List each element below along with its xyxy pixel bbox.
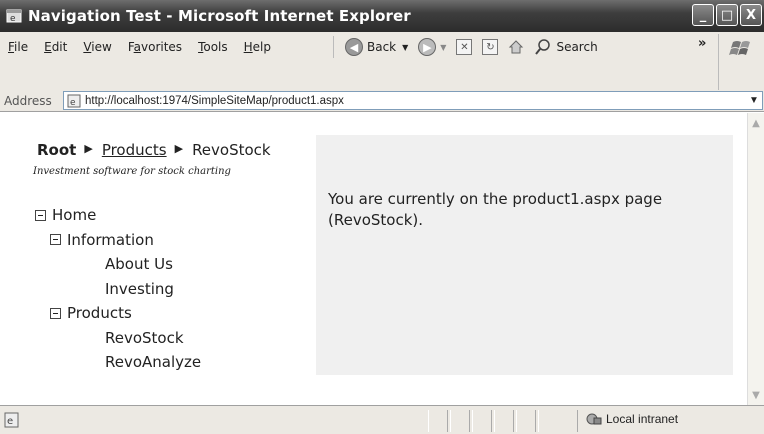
tree-label[interactable]: RevoAnalyze [105,350,201,375]
breadcrumb-root: Root [37,141,77,159]
site-tree: Home Information About Us Investing Prod… [35,203,201,375]
svg-text:e: e [70,98,76,108]
security-zone[interactable]: Local intranet [584,412,678,426]
status-bar: e Local intranet [0,405,764,434]
menu-view[interactable]: View [75,40,119,54]
status-cell [538,410,578,432]
menu-file[interactable]: File [0,40,36,54]
local-intranet-icon [586,413,602,425]
tree-item-home[interactable]: Home [35,203,201,228]
svg-text:e: e [7,416,13,427]
stop-icon: ✕ [456,39,473,55]
security-zone-label: Local intranet [606,412,679,426]
collapse-icon[interactable] [50,307,61,319]
site-tagline: Investment software for stock charting [33,166,231,177]
tree-item-revoanalyze[interactable]: RevoAnalyze [35,350,201,375]
address-input[interactable]: e http://localhost:1974/SimpleSiteMap/pr… [63,91,763,110]
command-bar: File Edit View Favorites Tools Help ◀ Ba… [0,32,764,92]
status-cell [494,410,514,432]
maximize-icon: □ [720,7,734,23]
tree-label[interactable]: About Us [105,252,173,277]
address-dropdown-icon[interactable]: ▼ [746,92,762,109]
page-message: You are currently on the product1.aspx p… [328,190,663,229]
close-button[interactable]: X [740,4,762,26]
windows-logo-icon [729,41,750,55]
breadcrumb-separator-icon: ▶ [84,142,93,155]
scroll-up-icon[interactable]: ▲ [748,115,764,131]
maximize-button[interactable]: □ [716,4,738,26]
forward-dropdown-icon[interactable]: ▼ [440,43,446,52]
title-bar[interactable]: e Navigation Test - Microsoft Internet E… [0,0,764,32]
breadcrumb-separator-icon: ▶ [174,142,184,155]
status-cell [516,410,536,432]
home-icon [509,40,524,54]
back-dropdown-icon[interactable]: ▼ [402,43,408,52]
menu-bar: File Edit View Favorites Tools Help [0,32,279,62]
status-cell [450,410,470,432]
page-content: Root ▶ Products ▶ RevoStock Investment s… [0,113,747,405]
status-cell [428,410,448,432]
search-label: Search [556,40,598,54]
page-status-icon: e [4,412,19,428]
back-label: Back [367,40,397,54]
tree-item-revostock[interactable]: RevoStock [35,326,201,351]
tree-item-products[interactable]: Products [35,301,201,326]
window-title: Navigation Test - Microsoft Internet Exp… [28,7,411,25]
minimize-icon: _ [699,7,707,23]
minimize-button[interactable]: _ [692,4,714,26]
forward-button[interactable]: ▶ ▼ [418,38,446,56]
tree-label[interactable]: RevoStock [105,326,184,351]
address-bar: Address e http://localhost:1974/SimpleSi… [0,90,764,112]
status-cell [472,410,492,432]
breadcrumb-current: RevoStock [192,141,271,159]
menu-tools[interactable]: Tools [190,40,236,54]
toolbar-separator-right [718,34,719,90]
menu-favorites[interactable]: Favorites [120,40,190,54]
refresh-icon: ↻ [482,39,499,55]
tree-item-investing[interactable]: Investing [35,277,201,302]
address-label: Address [4,93,52,108]
page-icon: e [67,94,81,108]
svg-text:e: e [10,14,16,24]
breadcrumb: Root ▶ Products ▶ RevoStock [37,141,271,159]
toolbar-overflow-chevron[interactable]: » [698,36,706,51]
toolbar: ◀ Back ▼ ▶ ▼ ✕ ↻ Search [345,32,608,62]
close-icon: X [745,7,757,23]
collapse-icon[interactable] [50,234,61,246]
refresh-button[interactable]: ↻ [482,39,499,55]
toolbar-separator [333,36,334,58]
vertical-scrollbar[interactable]: ▲ ▼ [747,113,764,405]
back-arrow-icon: ◀ [345,38,363,56]
tree-label[interactable]: Investing [105,277,174,302]
tree-label[interactable]: Products [67,301,132,326]
menu-edit[interactable]: Edit [36,40,75,54]
tree-item-about-us[interactable]: About Us [35,252,201,277]
back-button[interactable]: ◀ Back ▼ [345,38,408,56]
forward-arrow-icon: ▶ [418,38,437,56]
tree-label[interactable]: Home [52,203,96,228]
breadcrumb-products-link[interactable]: Products [102,141,167,159]
home-button[interactable] [508,39,524,55]
search-button[interactable]: Search [534,38,598,56]
menu-help[interactable]: Help [236,40,279,54]
tree-label[interactable]: Information [67,228,154,253]
search-icon [535,39,551,55]
address-url: http://localhost:1974/SimpleSiteMap/prod… [85,94,344,107]
scroll-down-icon[interactable]: ▼ [748,387,764,403]
stop-button[interactable]: ✕ [456,39,473,55]
collapse-icon[interactable] [35,209,46,221]
tree-item-information[interactable]: Information [35,228,201,253]
content-panel: You are currently on the product1.aspx p… [316,135,733,375]
ie-window-icon: e [6,9,22,24]
